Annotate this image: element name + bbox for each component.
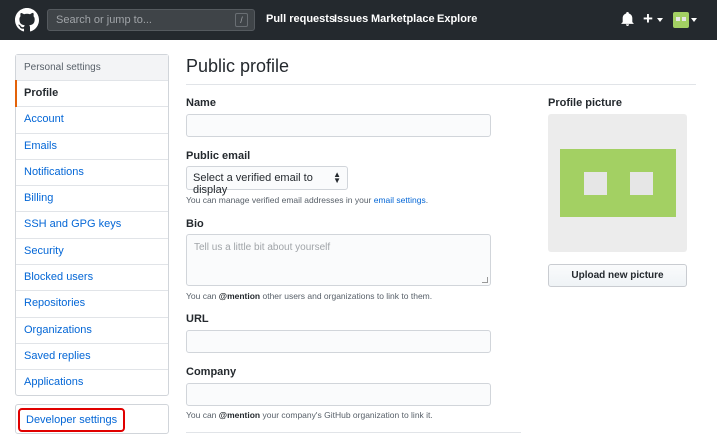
menu-heading: Personal settings [16, 55, 168, 81]
page-title: Public profile [186, 56, 290, 76]
bio-textarea[interactable]: Tell us a little bit about yourself [186, 234, 491, 286]
public-email-label: Public email [186, 150, 251, 162]
form-divider [186, 432, 521, 433]
url-input[interactable] [186, 330, 491, 353]
profile-picture-label: Profile picture [548, 97, 622, 109]
name-label: Name [186, 97, 216, 109]
identicon-block [630, 172, 653, 195]
title-divider [186, 84, 696, 85]
email-note-text: You can manage verified email addresses … [186, 195, 374, 205]
settings-sidebar-menu: Personal settings Profile Account Emails… [15, 54, 169, 396]
bio-note-text: You can [186, 291, 219, 301]
company-label: Company [186, 366, 237, 378]
nav-marketplace[interactable]: Marketplace [371, 13, 435, 25]
company-note-suffix: your company's GitHub organization to li… [260, 410, 433, 420]
search-input[interactable]: Search or jump to... / [47, 9, 255, 31]
sidebar-item-security[interactable]: Security [16, 239, 168, 266]
user-avatar[interactable] [673, 12, 689, 28]
sidebar-item-applications[interactable]: Applications [16, 370, 168, 396]
upload-new-picture-button[interactable]: Upload new picture [548, 264, 687, 287]
sidebar-item-blocked-users[interactable]: Blocked users [16, 265, 168, 292]
github-logo-icon[interactable] [15, 8, 39, 32]
bio-label: Bio [186, 218, 204, 230]
bio-placeholder: Tell us a little bit about yourself [194, 242, 331, 253]
sidebar-item-billing[interactable]: Billing [16, 186, 168, 213]
sidebar-item-notifications[interactable]: Notifications [16, 160, 168, 187]
public-email-select[interactable]: Select a verified email to display ▲ ▼ [186, 166, 348, 196]
sidebar-item-ssh-gpg-keys[interactable]: SSH and GPG keys [16, 212, 168, 239]
nav-pull-requests[interactable]: Pull requests [266, 13, 335, 25]
identicon-image [560, 149, 676, 217]
search-shortcut-key: / [235, 13, 248, 27]
sidebar-item-organizations[interactable]: Organizations [16, 318, 168, 344]
create-new-plus-icon[interactable]: + [643, 9, 653, 29]
company-note: You can @mention your company's GitHub o… [186, 410, 433, 420]
sidebar-item-saved-replies[interactable]: Saved replies [16, 344, 168, 371]
company-note-text: You can [186, 410, 219, 420]
bio-note: You can @mention other users and organiz… [186, 291, 432, 301]
sidebar-item-profile[interactable]: Profile [15, 79, 168, 108]
select-arrows-icon: ▲ ▼ [333, 170, 341, 185]
developer-settings-box: Developer settings [15, 404, 169, 434]
company-input[interactable] [186, 383, 491, 406]
email-note: You can manage verified email addresses … [186, 195, 428, 205]
company-note-mention: @mention [218, 410, 261, 420]
sidebar-item-repositories[interactable]: Repositories [16, 291, 168, 318]
resize-grip-icon[interactable] [482, 277, 488, 283]
bio-note-mention: @mention [218, 291, 261, 301]
name-input[interactable] [186, 114, 491, 137]
sidebar-item-developer-settings[interactable]: Developer settings [18, 408, 126, 432]
bio-note-suffix: other users and organizations to link to… [260, 291, 433, 301]
notifications-bell-icon[interactable] [621, 12, 634, 26]
sidebar-item-emails[interactable]: Emails [16, 134, 168, 160]
top-header: Search or jump to... / Pull requests Iss… [0, 0, 717, 40]
create-dropdown-caret-icon[interactable] [657, 18, 663, 22]
identicon-block [584, 172, 607, 195]
sidebar-item-account[interactable]: Account [16, 107, 168, 134]
nav-issues[interactable]: Issues [334, 13, 368, 25]
user-dropdown-caret-icon[interactable] [691, 18, 697, 22]
search-placeholder: Search or jump to... [56, 14, 152, 26]
public-email-select-value: Select a verified email to display [193, 172, 313, 196]
email-note-suffix: . [425, 195, 429, 205]
email-settings-link[interactable]: email settings [374, 195, 426, 205]
nav-explore[interactable]: Explore [437, 13, 477, 25]
profile-picture-frame [548, 114, 687, 252]
url-label: URL [186, 313, 209, 325]
